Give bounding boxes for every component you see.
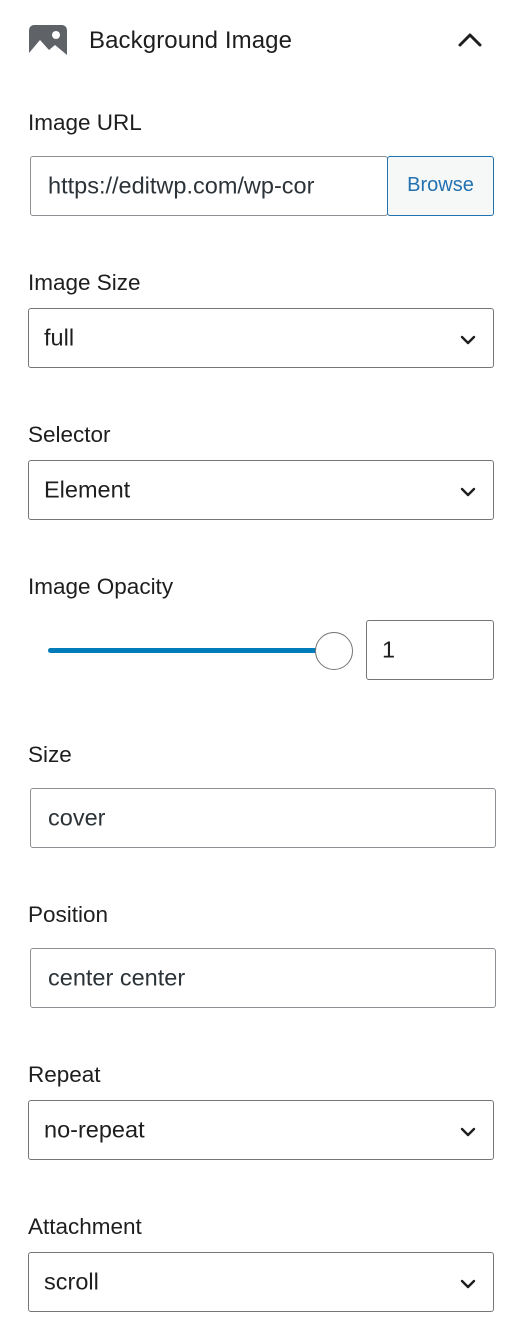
chevron-up-icon[interactable] — [456, 30, 484, 50]
chevron-down-icon — [460, 1279, 476, 1289]
chevron-down-icon — [460, 487, 476, 497]
opacity-number-input[interactable]: 1 — [366, 620, 494, 680]
repeat-select[interactable]: no-repeat — [28, 1100, 494, 1160]
image-url-value: https://editwp.com/wp-cor — [48, 172, 315, 199]
size-value: cover — [48, 804, 106, 831]
selector-label: Selector — [28, 422, 111, 447]
position-value: center center — [48, 964, 186, 991]
attachment-label: Attachment — [28, 1214, 142, 1239]
chevron-down-icon — [460, 1127, 476, 1137]
attachment-select[interactable]: scroll — [28, 1252, 494, 1312]
image-size-select[interactable]: full — [28, 308, 494, 368]
panel-title: Background Image — [89, 27, 293, 54]
image-url-input[interactable]: https://editwp.com/wp-cor — [30, 156, 388, 216]
opacity-slider-track[interactable] — [48, 648, 334, 653]
repeat-value: no-repeat — [44, 1116, 145, 1143]
size-label: Size — [28, 742, 72, 767]
image-icon — [29, 25, 67, 61]
position-input[interactable]: center center — [30, 948, 496, 1008]
position-label: Position — [28, 902, 109, 927]
image-size-value: full — [44, 324, 75, 351]
selector-value: Element — [44, 476, 131, 503]
image-url-label: Image URL — [28, 110, 142, 135]
opacity-value: 1 — [382, 636, 396, 663]
attachment-value: scroll — [44, 1268, 99, 1295]
browse-button[interactable]: Browse — [387, 156, 494, 216]
chevron-down-icon — [460, 335, 476, 345]
opacity-slider-fill — [48, 648, 334, 653]
image-opacity-label: Image Opacity — [28, 574, 174, 599]
opacity-slider-thumb[interactable] — [315, 632, 353, 670]
repeat-label: Repeat — [28, 1062, 101, 1087]
image-size-label: Image Size — [28, 270, 141, 295]
size-input[interactable]: cover — [30, 788, 496, 848]
panel-header[interactable]: Background Image — [0, 0, 518, 86]
selector-select[interactable]: Element — [28, 460, 494, 520]
